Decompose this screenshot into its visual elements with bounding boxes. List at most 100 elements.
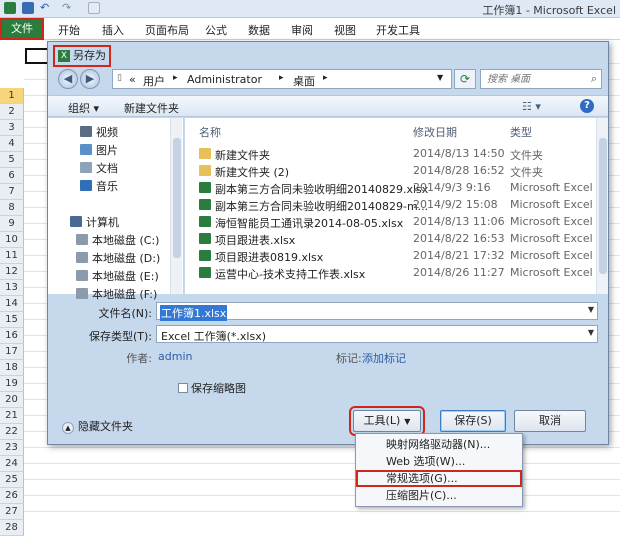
row-header[interactable]: 24: [0, 456, 24, 472]
breadcrumb-users[interactable]: 用户: [143, 73, 165, 89]
row-header[interactable]: 3: [0, 120, 24, 136]
column-header-date[interactable]: 修改日期: [413, 124, 457, 140]
tags-value[interactable]: 添加标记: [362, 350, 406, 366]
column-header-name[interactable]: 名称: [199, 124, 221, 140]
row-header[interactable]: 11: [0, 248, 24, 264]
scroll-thumb[interactable]: [599, 138, 607, 274]
breadcrumb-overflow[interactable]: «: [129, 73, 136, 86]
row-header[interactable]: 18: [0, 360, 24, 376]
tab-formulas[interactable]: 公式: [205, 22, 227, 38]
row-header[interactable]: 5: [0, 152, 24, 168]
chevron-down-icon[interactable]: ▼: [437, 73, 443, 82]
tab-data[interactable]: 数据: [248, 22, 270, 38]
row-header[interactable]: 17: [0, 344, 24, 360]
nav-item[interactable]: 本地磁盘 (F:): [76, 286, 157, 302]
row-header[interactable]: 12: [0, 264, 24, 280]
row-header[interactable]: 15: [0, 312, 24, 328]
chevron-right-icon[interactable]: ▸: [323, 73, 328, 83]
row-header[interactable]: 8: [0, 200, 24, 216]
tab-view[interactable]: 视图: [334, 22, 356, 38]
tab-insert[interactable]: 插入: [102, 22, 124, 38]
save-button[interactable]: 保存(S): [440, 410, 506, 432]
author-value[interactable]: admin: [158, 350, 192, 363]
address-bar[interactable]: ▯ « 用户 ▸ Administrator ▸ 桌面 ▸ ▼: [112, 69, 452, 89]
file-row[interactable]: 副本第三方合同未验收明细20140829-m... 2014/9/2 15:08 M…: [199, 197, 599, 213]
row-header[interactable]: 10: [0, 232, 24, 248]
tab-file[interactable]: 文件: [0, 18, 44, 40]
filename-field[interactable]: 工作簿1.xlsx ▼: [156, 302, 598, 321]
nav-item[interactable]: 音乐: [80, 178, 118, 194]
row-header[interactable]: 21: [0, 408, 24, 424]
tab-page-layout[interactable]: 页面布局: [145, 22, 189, 38]
search-input[interactable]: [487, 71, 577, 87]
nav-item[interactable]: 本地磁盘 (D:): [76, 250, 160, 266]
row-header[interactable]: 2: [0, 104, 24, 120]
row-header[interactable]: 26: [0, 488, 24, 504]
chevron-right-icon[interactable]: ▸: [279, 73, 284, 83]
file-row[interactable]: 新建文件夹 (2) 2014/8/28 16:52 文件夹: [199, 163, 599, 179]
tab-home[interactable]: 开始: [58, 22, 80, 38]
new-folder-button[interactable]: 新建文件夹: [124, 100, 179, 116]
file-row[interactable]: 新建文件夹 2014/8/13 14:50 文件夹: [199, 146, 599, 162]
nav-item[interactable]: 本地磁盘 (C:): [76, 232, 159, 248]
chevron-down-icon[interactable]: ▼: [588, 305, 594, 314]
tab-review[interactable]: 审阅: [291, 22, 313, 38]
nav-item[interactable]: 计算机: [70, 214, 119, 230]
row-header[interactable]: 1: [0, 88, 24, 104]
breadcrumb-administrator[interactable]: Administrator: [187, 73, 262, 86]
chevron-down-icon[interactable]: ▼: [588, 328, 594, 337]
row-header[interactable]: 4: [0, 136, 24, 152]
refresh-icon[interactable]: ⟳: [454, 69, 476, 89]
search-box[interactable]: ⌕: [480, 69, 602, 89]
file-row[interactable]: 副本第三方合同未验收明细20140829.xlsx 2014/9/3 9:16 Mi…: [199, 180, 599, 196]
back-arrow-icon[interactable]: ◀: [58, 69, 78, 89]
row-header[interactable]: 13: [0, 280, 24, 296]
nav-item[interactable]: 视频: [80, 124, 118, 140]
menu-map-network-drive[interactable]: 映射网络驱动器(N)...: [356, 436, 522, 453]
file-row[interactable]: 运营中心-技术支持工作表.xlsx 2014/8/26 11:27 Microsof…: [199, 265, 599, 281]
row-header[interactable]: 19: [0, 376, 24, 392]
print-preview-icon[interactable]: [88, 2, 100, 14]
cancel-button[interactable]: 取消: [514, 410, 586, 432]
tools-button[interactable]: 工具(L) ▼: [349, 406, 425, 436]
row-header[interactable]: 6: [0, 168, 24, 184]
column-header-type[interactable]: 类型: [510, 124, 532, 140]
redo-icon[interactable]: ↷: [62, 2, 74, 14]
menu-web-options[interactable]: Web 选项(W)...: [356, 453, 522, 470]
hide-folders-toggle[interactable]: ▲ 隐藏文件夹: [62, 418, 133, 434]
row-header[interactable]: 23: [0, 440, 24, 456]
save-thumbnail-checkbox[interactable]: 保存缩略图: [178, 380, 246, 396]
help-icon[interactable]: ?: [580, 99, 594, 113]
file-row[interactable]: 海恒智能员工通讯录2014-08-05.xlsx 2014/8/13 11:06 M…: [199, 214, 599, 230]
tab-developer[interactable]: 开发工具: [376, 22, 420, 38]
file-row[interactable]: 项目跟进表0819.xlsx 2014/8/21 17:32 Microsoft E…: [199, 248, 599, 264]
chevron-up-icon[interactable]: ▲: [62, 422, 74, 434]
row-header[interactable]: 7: [0, 184, 24, 200]
row-header[interactable]: 20: [0, 392, 24, 408]
row-header[interactable]: 16: [0, 328, 24, 344]
nav-item[interactable]: 本地磁盘 (E:): [76, 268, 159, 284]
nav-item[interactable]: 文档: [80, 160, 118, 176]
row-header[interactable]: 25: [0, 472, 24, 488]
organize-button[interactable]: 组织 ▾: [68, 100, 99, 116]
row-header[interactable]: 14: [0, 296, 24, 312]
list-scrollbar[interactable]: [596, 118, 608, 294]
row-header[interactable]: 28: [0, 520, 24, 536]
undo-icon[interactable]: ↶: [40, 2, 52, 14]
filetype-select[interactable]: Excel 工作簿(*.xlsx) ▼: [156, 325, 598, 343]
row-header[interactable]: 27: [0, 504, 24, 520]
nav-item[interactable]: 图片: [80, 142, 118, 158]
row-header[interactable]: 22: [0, 424, 24, 440]
row-header[interactable]: 9: [0, 216, 24, 232]
menu-general-options[interactable]: 常规选项(G)...: [356, 470, 522, 487]
view-options-icon[interactable]: ☷ ▾: [522, 100, 541, 113]
file-row[interactable]: 项目跟进表.xlsx 2014/8/22 16:53 Microsoft Excel: [199, 231, 599, 247]
forward-arrow-icon[interactable]: ▶: [80, 69, 100, 89]
nav-scrollbar[interactable]: [170, 118, 182, 294]
save-icon[interactable]: [22, 2, 34, 14]
menu-compress-pictures[interactable]: 压缩图片(C)...: [356, 487, 522, 504]
filename-value[interactable]: 工作簿1.xlsx: [160, 305, 228, 321]
checkbox-box[interactable]: [178, 383, 188, 393]
chevron-right-icon[interactable]: ▸: [173, 73, 178, 83]
search-icon[interactable]: ⌕: [591, 72, 597, 86]
